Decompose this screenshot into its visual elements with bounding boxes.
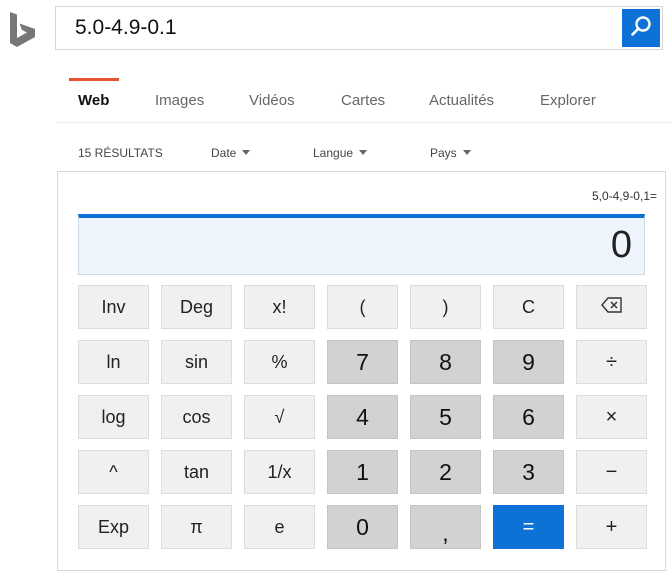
calculator-expression: 5,0-4,9-0,1= xyxy=(591,189,657,203)
key-label: log xyxy=(101,406,126,427)
key-label: Inv xyxy=(101,296,126,317)
key-0[interactable]: 0 xyxy=(327,505,398,549)
search-button[interactable] xyxy=(622,9,660,47)
calculator-keypad: Inv Deg x! () Cln sin% 7 8 9 ÷ log cos √ 4 5 6 × ^ tan 1/x 1… xyxy=(78,285,648,565)
key-divide[interactable]: ÷ xyxy=(576,340,647,384)
key-deg[interactable]: Deg xyxy=(161,285,232,329)
key-label: , xyxy=(442,519,449,546)
key-6[interactable]: 6 xyxy=(493,395,564,439)
key-2[interactable]: 2 xyxy=(410,450,481,494)
results-count: 15 RÉSULTATS xyxy=(78,146,163,160)
active-tab-indicator xyxy=(69,78,119,81)
key-label: sin xyxy=(184,351,208,372)
chevron-down-icon xyxy=(242,150,251,155)
key-factorial[interactable]: x! xyxy=(244,285,315,329)
key-tan[interactable]: tan xyxy=(161,450,232,494)
key-label: = xyxy=(522,515,535,538)
scope-tabs: Web Images Vidéos Cartes Actualités Expl… xyxy=(57,74,672,123)
key-close-paren[interactable]: ) xyxy=(410,285,481,329)
country-filter[interactable]: Pays xyxy=(430,146,471,160)
key-label: % xyxy=(271,351,288,372)
key-inv[interactable]: Inv xyxy=(78,285,149,329)
key-label: 2 xyxy=(439,458,452,485)
key-label: C xyxy=(522,296,535,317)
key-label: ) xyxy=(442,296,449,317)
key-label: 1 xyxy=(356,458,369,485)
tab-images[interactable]: Images xyxy=(155,92,204,109)
calculator-card: 5,0-4,9-0,1= 0 Inv Deg x! () Cln sin% 7 8 9 ÷ log c… xyxy=(57,171,666,571)
key-label: π xyxy=(190,516,203,537)
key-percent[interactable]: % xyxy=(244,340,315,384)
key-label: 3 xyxy=(522,458,535,485)
key-reciprocal[interactable]: 1/x xyxy=(244,450,315,494)
key-3[interactable]: 3 xyxy=(493,450,564,494)
key-ln[interactable]: ln xyxy=(78,340,149,384)
key-decimal[interactable]: , xyxy=(410,505,481,549)
tab-news[interactable]: Actualités xyxy=(429,92,494,109)
tab-web[interactable]: Web xyxy=(78,92,109,109)
search-bar xyxy=(55,6,663,50)
key-label: 1/x xyxy=(267,461,292,482)
key-label: tan xyxy=(183,461,210,482)
tab-videos[interactable]: Vidéos xyxy=(249,92,295,109)
key-label: ÷ xyxy=(606,350,617,373)
key-backspace[interactable] xyxy=(576,285,647,329)
key-exp[interactable]: Exp xyxy=(78,505,149,549)
tab-maps[interactable]: Cartes xyxy=(341,92,385,109)
key-open-paren[interactable]: ( xyxy=(327,285,398,329)
country-filter-label: Pays xyxy=(430,146,457,160)
key-5[interactable]: 5 xyxy=(410,395,481,439)
key-1[interactable]: 1 xyxy=(327,450,398,494)
backspace-icon xyxy=(600,296,623,318)
key-4[interactable]: 4 xyxy=(327,395,398,439)
bing-logo[interactable] xyxy=(8,10,38,48)
key-label: 7 xyxy=(356,348,369,375)
key-label: e xyxy=(274,516,285,537)
key-cos[interactable]: cos xyxy=(161,395,232,439)
language-filter[interactable]: Langue xyxy=(313,146,368,160)
key-label: 0 xyxy=(356,513,369,540)
key-label: 5 xyxy=(439,403,452,430)
key-pi[interactable]: π xyxy=(161,505,232,549)
calculator-display: 0 xyxy=(78,214,645,275)
key-sin[interactable]: sin xyxy=(161,340,232,384)
key-log[interactable]: log xyxy=(78,395,149,439)
language-filter-label: Langue xyxy=(313,146,354,160)
key-label: 6 xyxy=(522,403,535,430)
key-label: − xyxy=(605,460,618,483)
search-input[interactable] xyxy=(56,7,616,49)
key-label: cos xyxy=(182,406,211,427)
key-9[interactable]: 9 xyxy=(493,340,564,384)
key-label: ln xyxy=(106,351,121,372)
key-label: ^ xyxy=(109,461,118,482)
key-subtract[interactable]: − xyxy=(576,450,647,494)
key-7[interactable]: 7 xyxy=(327,340,398,384)
key-label: 8 xyxy=(439,348,452,375)
key-label: Exp xyxy=(97,516,130,537)
chevron-down-icon xyxy=(462,150,471,155)
key-label: 9 xyxy=(522,348,535,375)
key-sqrt[interactable]: √ xyxy=(244,395,315,439)
key-label: √ xyxy=(274,406,285,427)
result-tools: 15 RÉSULTATS Date Langue Pays xyxy=(0,140,672,166)
key-8[interactable]: 8 xyxy=(410,340,481,384)
date-filter-label: Date xyxy=(211,146,237,160)
chevron-down-icon xyxy=(359,150,368,155)
key-label: 4 xyxy=(356,403,369,430)
calculator-result: 0 xyxy=(610,224,632,266)
key-equals[interactable]: = xyxy=(493,505,564,549)
tab-explore[interactable]: Explorer xyxy=(540,92,596,109)
key-power[interactable]: ^ xyxy=(78,450,149,494)
date-filter[interactable]: Date xyxy=(211,146,251,160)
key-add[interactable]: + xyxy=(576,505,647,549)
search-icon xyxy=(630,15,652,42)
key-label: ( xyxy=(359,296,366,317)
key-multiply[interactable]: × xyxy=(576,395,647,439)
key-label: Deg xyxy=(179,296,214,317)
key-label: x! xyxy=(272,296,287,317)
key-clear[interactable]: C xyxy=(493,285,564,329)
key-label: × xyxy=(605,405,618,428)
key-label: + xyxy=(605,515,618,538)
key-e[interactable]: e xyxy=(244,505,315,549)
